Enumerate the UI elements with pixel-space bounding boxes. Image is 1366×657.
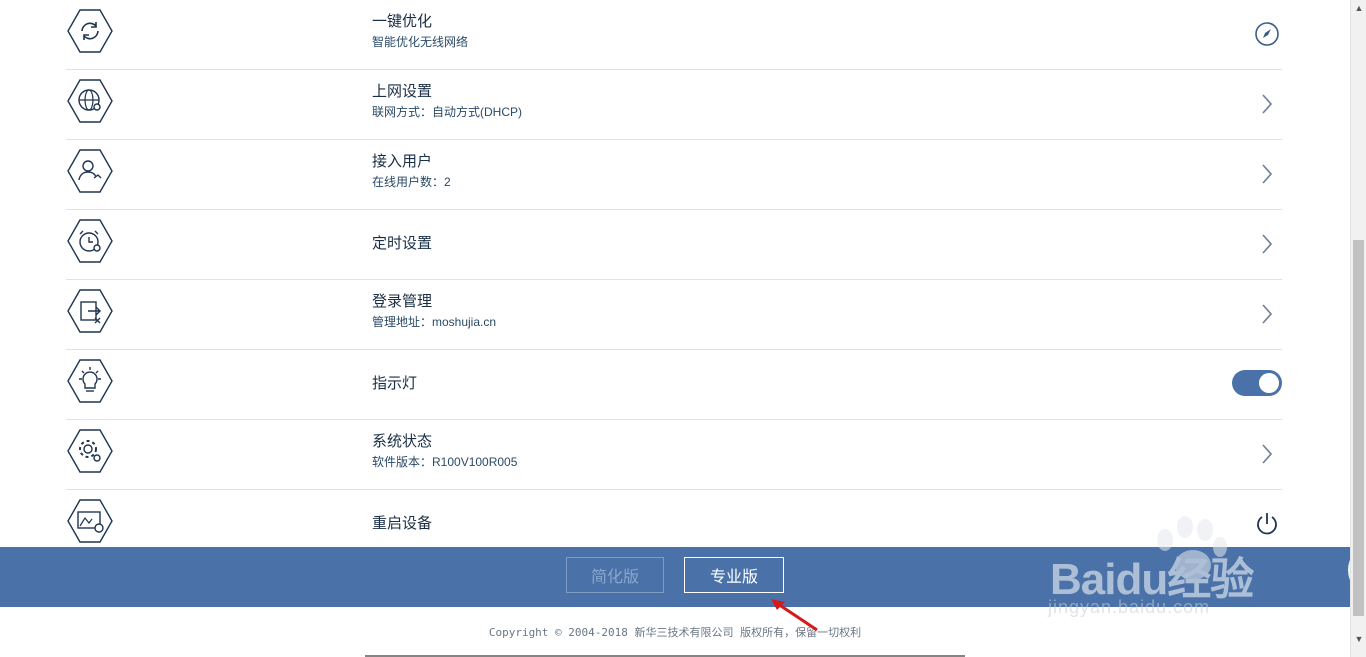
row-one-click-optimize[interactable]: 一键优化 智能优化无线网络 bbox=[66, 0, 1282, 70]
row-title: 指示灯 bbox=[372, 375, 418, 392]
login-manage-icon bbox=[66, 287, 114, 335]
simple-mode-button[interactable]: 简化版 bbox=[566, 557, 664, 593]
settings-list: 一键优化 智能优化无线网络 上网设置 联网方式：自动方式(DHCP) 接入用户 … bbox=[66, 0, 1282, 550]
chevron-right-icon[interactable] bbox=[1252, 439, 1282, 469]
row-subtitle: 联网方式：自动方式(DHCP) bbox=[372, 105, 522, 119]
row-title: 重启设备 bbox=[372, 515, 433, 532]
row-connected-users[interactable]: 接入用户 在线用户数：2 bbox=[66, 140, 1282, 210]
row-subtitle: 管理地址：moshujia.cn bbox=[372, 315, 497, 329]
chevron-right-icon[interactable] bbox=[1252, 299, 1282, 329]
row-title: 定时设置 bbox=[372, 235, 433, 252]
row-subtitle: 软件版本：R100V100R005 bbox=[372, 455, 518, 469]
watermark-url: jingyan.baidu.com bbox=[1048, 597, 1211, 617]
indicator-toggle[interactable] bbox=[1232, 370, 1282, 396]
toggle-knob bbox=[1259, 373, 1279, 393]
row-title: 上网设置 bbox=[372, 83, 433, 100]
pro-mode-button[interactable]: 专业版 bbox=[684, 557, 784, 593]
row-timer-settings[interactable]: 定时设置 bbox=[66, 210, 1282, 280]
scrollbar-thumb[interactable] bbox=[1353, 240, 1364, 616]
refresh-icon bbox=[66, 7, 114, 55]
copyright-text: Copyright © 2004-2018 新华三技术有限公司 版权所有，保留一… bbox=[488, 626, 862, 639]
gear-icon bbox=[66, 427, 114, 475]
vertical-scrollbar[interactable]: ▲ ▼ bbox=[1350, 0, 1366, 657]
red-arrow-annotation bbox=[771, 599, 818, 632]
baidu-watermark: Baidu经验 jingyan.baidu.com bbox=[1045, 515, 1295, 625]
bulb-icon bbox=[66, 357, 114, 405]
row-subtitle: 智能优化无线网络 bbox=[372, 35, 469, 49]
row-title: 一键优化 bbox=[372, 13, 433, 30]
user-icon bbox=[66, 147, 114, 195]
restart-device-icon bbox=[66, 497, 114, 545]
row-indicator-light: 指示灯 bbox=[66, 350, 1282, 420]
chevron-right-icon[interactable] bbox=[1252, 229, 1282, 259]
scroll-up-icon[interactable]: ▲ bbox=[1351, 0, 1366, 16]
rocket-icon[interactable] bbox=[1252, 19, 1282, 49]
scroll-down-icon[interactable]: ▼ bbox=[1351, 631, 1366, 647]
row-login-management[interactable]: 登录管理 管理地址：moshujia.cn bbox=[66, 280, 1282, 350]
row-system-status[interactable]: 系统状态 软件版本：R100V100R005 bbox=[66, 420, 1282, 490]
chevron-right-icon[interactable] bbox=[1252, 89, 1282, 119]
row-title: 接入用户 bbox=[372, 153, 433, 170]
alarm-clock-icon bbox=[66, 217, 114, 265]
row-subtitle: 在线用户数：2 bbox=[372, 175, 451, 189]
row-internet-settings[interactable]: 上网设置 联网方式：自动方式(DHCP) bbox=[66, 70, 1282, 140]
row-title: 系统状态 bbox=[372, 433, 433, 450]
row-title: 登录管理 bbox=[372, 293, 433, 310]
globe-gear-icon bbox=[66, 77, 114, 125]
chevron-right-icon[interactable] bbox=[1252, 159, 1282, 189]
